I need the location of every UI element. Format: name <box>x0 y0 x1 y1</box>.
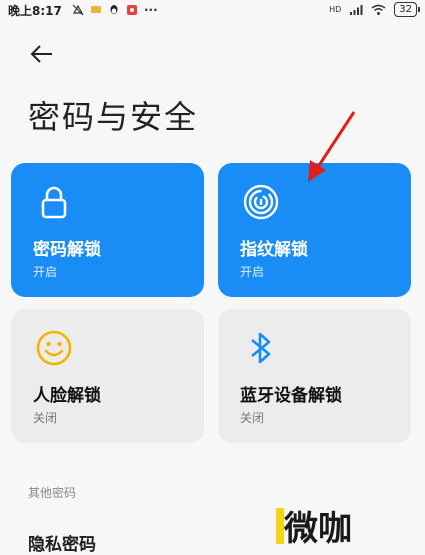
card-status: 关闭 <box>33 411 58 425</box>
page-title: 密码与安全 <box>28 98 199 136</box>
qq-icon <box>110 5 118 14</box>
signal-icon <box>350 4 363 15</box>
mute-icon <box>72 4 84 16</box>
lock-icon <box>41 186 67 219</box>
system-icons: HD 32 <box>329 2 420 17</box>
back-button[interactable] <box>28 40 56 68</box>
card-title: 蓝牙设备解锁 <box>240 386 342 406</box>
notification-icons: ··· <box>72 3 158 17</box>
card-title: 密码解锁 <box>33 240 101 260</box>
message-icon <box>91 6 101 13</box>
network-type-label: HD <box>329 5 342 14</box>
face-icon <box>36 330 72 366</box>
app-notification-icon <box>127 5 137 15</box>
battery-indicator: 32 <box>394 2 420 17</box>
wifi-icon <box>371 4 386 15</box>
password-unlock-card[interactable]: 密码解锁 开启 <box>11 163 204 297</box>
other-passwords-section-label: 其他密码 <box>28 486 77 500</box>
bluetooth-unlock-card[interactable]: 蓝牙设备解锁 关闭 <box>218 309 411 443</box>
card-status: 关闭 <box>240 411 265 425</box>
watermark-text: 微咖 <box>283 509 352 548</box>
bluetooth-icon <box>251 332 271 364</box>
card-title: 指纹解锁 <box>240 240 308 260</box>
card-status: 开启 <box>33 265 58 279</box>
status-time: 晚上8:17 <box>8 4 62 18</box>
watermark-logo: 微咖 <box>276 508 352 548</box>
face-unlock-card[interactable]: 人脸解锁 关闭 <box>11 309 204 443</box>
more-notifications-icon: ··· <box>144 3 158 17</box>
privacy-password-item[interactable]: 隐私密码 <box>28 530 96 555</box>
annotation-arrow-icon <box>308 111 356 182</box>
back-arrow-icon <box>30 45 52 63</box>
fingerprint-icon <box>243 184 279 220</box>
card-title: 人脸解锁 <box>33 386 101 406</box>
card-status: 开启 <box>240 265 265 279</box>
status-bar: 晚上8:17 ··· HD 32 <box>0 0 425 20</box>
